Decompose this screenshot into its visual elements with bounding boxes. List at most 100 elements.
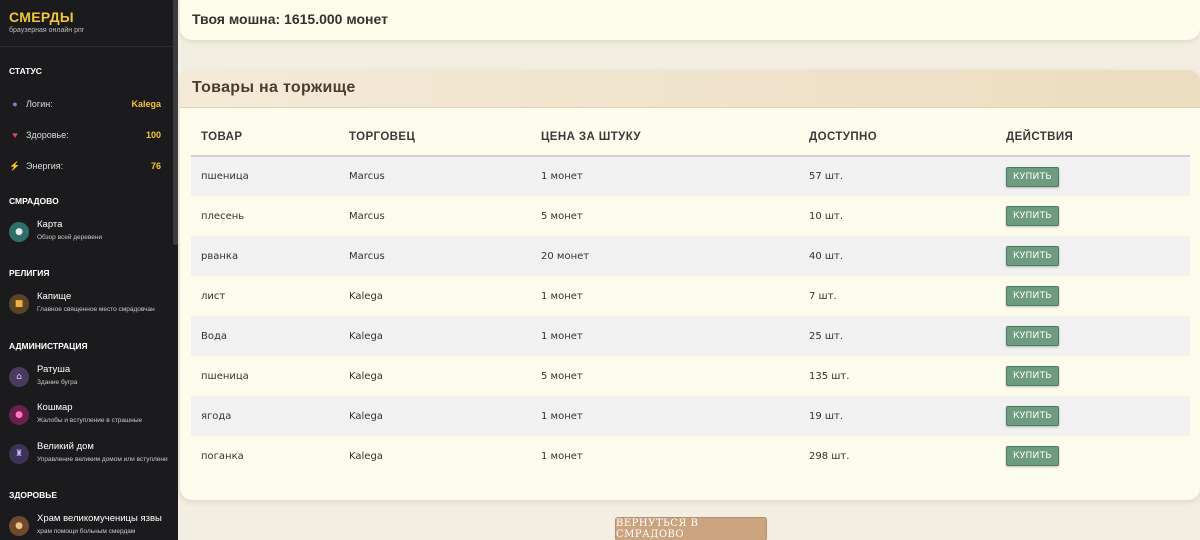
cell-item: пшеница — [191, 356, 339, 396]
column-header-price: ЦЕНА ЗА ШТУКУ — [531, 118, 799, 157]
castle-icon: ♜ — [9, 444, 29, 464]
market-header: Товары на торжище — [180, 70, 1200, 108]
cell-item: лист — [191, 276, 339, 316]
sidebar-item-title: Великий дом — [37, 441, 94, 452]
sidebar-item-subtitle: храм помощи больным смердам — [37, 528, 136, 535]
buy-button[interactable]: КУПИТЬ — [1006, 246, 1059, 266]
demon-icon: ● — [9, 405, 29, 425]
cell-actions: КУПИТЬ — [996, 196, 1190, 236]
market-table: ТОВАР ТОРГОВЕЦ ЦЕНА ЗА ШТУКУ ДОСТУПНО ДЕ… — [191, 118, 1190, 476]
cell-actions: КУПИТЬ — [996, 356, 1190, 396]
cell-seller: Marcus — [339, 236, 531, 276]
cell-price: 20 монет — [531, 236, 799, 276]
house-icon: ⌂ — [9, 367, 29, 387]
sidebar-item-title: Капище — [37, 291, 72, 302]
table-row: ягода Kalega 1 монет 19 шт. КУПИТЬ — [191, 396, 1190, 436]
cell-actions: КУПИТЬ — [996, 156, 1190, 196]
buy-button[interactable]: КУПИТЬ — [1006, 286, 1059, 306]
heart-icon: ♥ — [12, 130, 18, 140]
buy-button[interactable]: КУПИТЬ — [1006, 406, 1059, 426]
cell-available: 25 шт. — [799, 316, 996, 356]
cell-available: 40 шт. — [799, 236, 996, 276]
section-heading-smradovo: СМРАДОВО — [9, 196, 59, 206]
sidebar-item-title: Ратуша — [37, 364, 71, 375]
sidebar-item-subtitle: Управление великим домом или вступлени — [37, 456, 168, 463]
cell-item: пшеница — [191, 156, 339, 196]
money-card: Твоя мошна: 1615.000 монет — [180, 0, 1200, 40]
sidebar-item-title: Храм великомученицы язвы — [37, 513, 162, 524]
cell-item: плесень — [191, 196, 339, 236]
market-panel: Товары на торжище ТОВАР ТОРГОВЕЦ ЦЕНА ЗА… — [180, 70, 1200, 500]
cell-seller: Kalega — [339, 436, 531, 476]
buy-button[interactable]: КУПИТЬ — [1006, 326, 1059, 346]
cell-available: 10 шт. — [799, 196, 996, 236]
stat-energy: ⚡ Энергия: 76 — [9, 159, 161, 173]
section-heading-status: СТАТУС — [9, 66, 42, 76]
back-to-smradovo-button[interactable]: ВЕРНУТЬСЯ В СМРАДОВО — [615, 517, 767, 540]
cell-actions: КУПИТЬ — [996, 316, 1190, 356]
sidebar-item-great-house[interactable]: ♜ Великий дом Управление великим домом и… — [9, 441, 174, 464]
market-title: Товары на торжище — [192, 79, 356, 96]
cell-seller: Kalega — [339, 396, 531, 436]
stat-label: Логин: — [26, 99, 53, 109]
table-row: пшеница Marcus 1 монет 57 шт. КУПИТЬ — [191, 156, 1190, 196]
sidebar: СМЕРДЫ браузерная онлайн рпг СТАТУС ● Ло… — [0, 0, 178, 540]
brand-subtitle: браузерная онлайн рпг — [9, 27, 85, 34]
cell-item: рванка — [191, 236, 339, 276]
cell-price: 5 монет — [531, 196, 799, 236]
sidebar-scrollbar[interactable] — [173, 0, 178, 245]
sidebar-item-temple[interactable]: ● Храм великомученицы язвы храм помощи б… — [9, 513, 174, 536]
cell-seller: Kalega — [339, 316, 531, 356]
stat-login: ● Логин: Kalega — [9, 97, 161, 111]
sidebar-item-kapishche[interactable]: ■ Капище Главное священное место смрадов… — [9, 291, 174, 314]
lightning-icon: ⚡ — [9, 160, 21, 171]
sidebar-item-subtitle: Главное священное место смрадовчан — [37, 306, 155, 313]
column-header-actions: ДЕЙСТВИЯ — [996, 118, 1190, 157]
sidebar-item-subtitle: Здание бугра — [37, 379, 78, 386]
column-header-item: ТОВАР — [191, 118, 339, 157]
table-row: пшеница Kalega 5 монет 135 шт. КУПИТЬ — [191, 356, 1190, 396]
column-header-seller: ТОРГОВЕЦ — [339, 118, 531, 157]
cell-price: 1 монет — [531, 156, 799, 196]
money-balance: Твоя мошна: 1615.000 монет — [192, 11, 388, 27]
brand-title: СМЕРДЫ — [9, 9, 74, 25]
cell-available: 57 шт. — [799, 156, 996, 196]
section-heading-administration: АДМИНИСТРАЦИЯ — [9, 341, 88, 351]
cell-item: Вода — [191, 316, 339, 356]
buy-button[interactable]: КУПИТЬ — [1006, 166, 1059, 187]
cell-price: 1 монет — [531, 316, 799, 356]
sidebar-item-ratusha[interactable]: ⌂ Ратуша Здание бугра — [9, 364, 174, 387]
brand[interactable]: СМЕРДЫ браузерная онлайн рпг — [0, 0, 178, 47]
column-header-available: ДОСТУПНО — [799, 118, 996, 157]
table-row: лист Kalega 1 монет 7 шт. КУПИТЬ — [191, 276, 1190, 316]
buy-button[interactable]: КУПИТЬ — [1006, 206, 1059, 226]
stat-health: ♥ Здоровье: 100 — [9, 128, 161, 142]
sidebar-item-title: Кошмар — [37, 402, 73, 413]
table-row: Вода Kalega 1 монет 25 шт. КУПИТЬ — [191, 316, 1190, 356]
cell-actions: КУПИТЬ — [996, 396, 1190, 436]
idol-icon: ■ — [9, 294, 29, 314]
sidebar-item-koshmar[interactable]: ● Кошмар Жалобы и вступление в страшные — [9, 402, 174, 425]
buy-button[interactable]: КУПИТЬ — [1006, 366, 1059, 386]
sidebar-item-title: Карта — [37, 219, 63, 230]
cell-item: поганка — [191, 436, 339, 476]
sidebar-item-subtitle: Обзор всей деревени — [37, 234, 103, 241]
sidebar-item-map[interactable]: ● Карта Обзор всей деревени — [9, 219, 174, 242]
cell-actions: КУПИТЬ — [996, 276, 1190, 316]
section-heading-health: ЗДОРОВЬЕ — [9, 490, 58, 500]
stat-value: Kalega — [131, 99, 161, 109]
cell-price: 1 монет — [531, 396, 799, 436]
buy-button[interactable]: КУПИТЬ — [1006, 446, 1059, 466]
monkey-icon: ● — [9, 516, 29, 536]
stat-value: 76 — [150, 161, 161, 171]
globe-icon: ● — [9, 222, 29, 242]
cell-price: 1 монет — [531, 436, 799, 476]
cell-actions: КУПИТЬ — [996, 436, 1190, 476]
cell-price: 5 монет — [531, 356, 799, 396]
stat-value: 100 — [145, 130, 161, 140]
cell-seller: Kalega — [339, 356, 531, 396]
sidebar-item-subtitle: Жалобы и вступление в страшные — [37, 417, 143, 424]
table-row: рванка Marcus 20 монет 40 шт. КУПИТЬ — [191, 236, 1190, 276]
cell-available: 19 шт. — [799, 396, 996, 436]
cell-price: 1 монет — [531, 276, 799, 316]
